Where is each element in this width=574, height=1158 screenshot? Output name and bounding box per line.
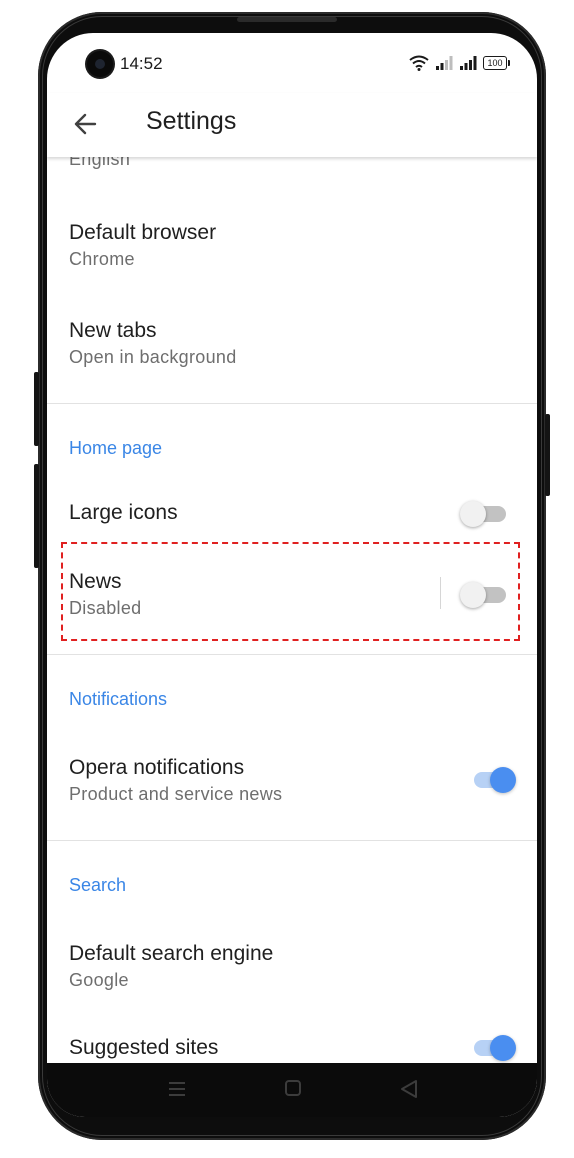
default-search-engine-value: Google	[69, 970, 129, 990]
earpiece	[237, 17, 337, 22]
wifi-icon	[409, 55, 429, 71]
opera-notifications-label: Opera notifications	[69, 756, 245, 779]
power-button	[545, 414, 550, 496]
navigation-bar	[47, 1063, 537, 1117]
status-time: 14:52	[120, 54, 163, 73]
battery-level: 100	[487, 58, 503, 68]
new-tabs-label: New tabs	[69, 319, 157, 342]
default-browser-value: Chrome	[69, 249, 135, 269]
volume-up-button	[34, 372, 39, 446]
large-icons-toggle[interactable]	[460, 499, 508, 529]
section-home-page: Home page	[69, 438, 163, 458]
divider	[47, 403, 537, 404]
new-tabs-value: Open in background	[69, 347, 237, 367]
volume-down-button	[34, 464, 39, 568]
large-icons-item[interactable]: Large icons	[69, 501, 178, 525]
section-notifications: Notifications	[69, 689, 168, 709]
status-icons: 100	[409, 55, 510, 71]
settings-list: English Default browser Chrome New tabs …	[47, 157, 537, 1063]
default-search-engine-item[interactable]: Default search engine Google	[69, 942, 273, 991]
screen: 14:52 100 Settings English Default brows…	[47, 33, 537, 1117]
front-camera	[87, 51, 113, 77]
suggested-sites-item[interactable]: Suggested sites	[69, 1036, 218, 1060]
signal-icon	[460, 56, 477, 70]
back-arrow-icon	[74, 113, 97, 135]
app-bar: Settings	[47, 93, 537, 157]
battery-icon: 100	[483, 56, 510, 70]
large-icons-label: Large icons	[69, 501, 178, 524]
language-value: English	[69, 157, 131, 169]
toggle-thumb	[490, 767, 516, 793]
toggle-thumb	[460, 501, 486, 527]
home-icon[interactable]	[284, 1079, 302, 1097]
recents-icon[interactable]	[167, 1079, 187, 1099]
signal-icon	[436, 56, 453, 70]
back-nav-icon[interactable]	[399, 1079, 419, 1099]
status-bar: 14:52 100	[47, 33, 537, 93]
page-title: Settings	[146, 107, 237, 135]
default-search-engine-label: Default search engine	[69, 942, 274, 965]
opera-notifications-toggle[interactable]	[468, 765, 516, 795]
opera-notifications-value: Product and service news	[69, 784, 283, 804]
divider	[47, 654, 537, 655]
highlight-box	[61, 542, 520, 641]
toggle-thumb	[490, 1035, 516, 1061]
default-browser-item[interactable]: Default browser Chrome	[69, 221, 216, 270]
suggested-sites-label: Suggested sites	[69, 1036, 219, 1059]
back-button[interactable]	[69, 107, 103, 141]
section-search: Search	[69, 875, 127, 895]
default-browser-label: Default browser	[69, 221, 217, 244]
divider	[47, 840, 537, 841]
suggested-sites-toggle[interactable]	[468, 1033, 516, 1063]
new-tabs-item[interactable]: New tabs Open in background	[69, 319, 237, 368]
opera-notifications-item[interactable]: Opera notifications Product and service …	[69, 756, 282, 805]
